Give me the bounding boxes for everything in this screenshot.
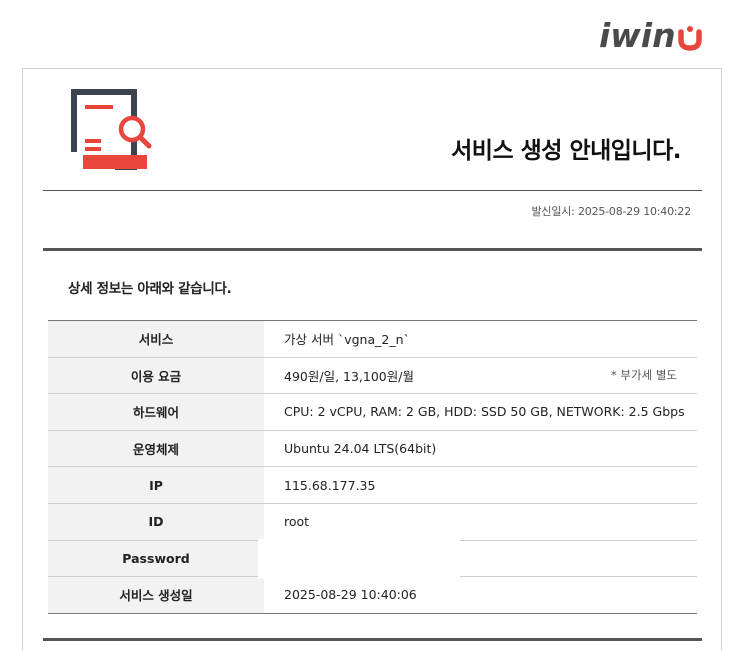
document-search-icon bbox=[71, 89, 152, 170]
row-label: 서비스 bbox=[48, 321, 264, 357]
row-label: Password bbox=[48, 540, 264, 577]
row-label: IP bbox=[48, 467, 264, 503]
row-value: root bbox=[284, 514, 310, 530]
smile-icon bbox=[677, 26, 702, 51]
row-label: 이용 요금 bbox=[48, 357, 264, 394]
redacted-area bbox=[258, 538, 460, 579]
divider bbox=[43, 638, 702, 641]
service-info-table: 서비스 가상 서버 `vgna_2_n` 이용 요금 490원/일, 13,10… bbox=[48, 320, 697, 614]
row-label: 하드웨어 bbox=[48, 394, 264, 430]
sent-timestamp: 발신일시: 2025-08-29 10:40:22 bbox=[531, 205, 691, 218]
password-value-cell bbox=[258, 538, 697, 579]
row-value: 2025-08-29 10:40:06 bbox=[284, 587, 417, 603]
notice-card: 서비스 생성 안내입니다. 발신일시: 2025-08-29 10:40:22 … bbox=[22, 68, 722, 650]
row-value: 115.68.177.35 bbox=[284, 477, 376, 493]
table-row-created: 서비스 생성일 2025-08-29 10:40:06 bbox=[48, 577, 697, 614]
row-value: CPU: 2 vCPU, RAM: 2 GB, HDD: SSD 50 GB, … bbox=[284, 404, 685, 420]
table-row-os: 운영체제 Ubuntu 24.04 LTS(64bit) bbox=[48, 430, 697, 468]
row-value-cell: 490원/일, 13,100원/월 * 부가세 별도 bbox=[264, 358, 697, 394]
table-row-hardware: 하드웨어 CPU: 2 vCPU, RAM: 2 GB, HDD: SSD 50… bbox=[48, 394, 697, 431]
section-title: 상세 정보는 아래와 같습니다. bbox=[68, 281, 232, 297]
divider bbox=[43, 190, 702, 191]
page-title: 서비스 생성 안내입니다. bbox=[451, 138, 681, 164]
vat-note: * 부가세 별도 bbox=[611, 368, 677, 383]
row-label: 운영체제 bbox=[48, 430, 264, 467]
divider bbox=[43, 248, 702, 251]
table-row-id: ID root bbox=[48, 503, 697, 541]
logo-text: iwin bbox=[599, 15, 676, 55]
table-row-password: Password bbox=[48, 538, 697, 579]
row-label: ID bbox=[48, 503, 264, 540]
row-value: Ubuntu 24.04 LTS(64bit) bbox=[284, 441, 437, 457]
table-row-service: 서비스 가상 서버 `vgna_2_n` bbox=[48, 321, 697, 358]
row-label: 서비스 생성일 bbox=[48, 577, 264, 613]
table-row-price: 이용 요금 490원/일, 13,100원/월 * 부가세 별도 bbox=[48, 357, 697, 395]
row-value: 490원/일, 13,100원/월 bbox=[284, 368, 414, 384]
table-row-ip: IP 115.68.177.35 bbox=[48, 467, 697, 504]
row-value: 가상 서버 `vgna_2_n` bbox=[284, 332, 410, 348]
iwin-logo: iwin bbox=[599, 16, 703, 54]
